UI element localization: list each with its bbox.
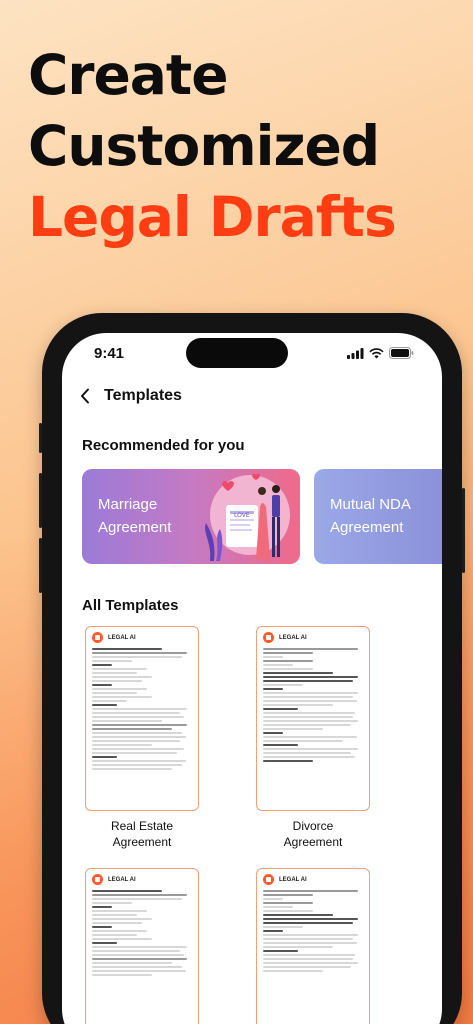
couple-illustration: LOVE: [205, 473, 290, 561]
template-card-divorce[interactable]: LEGAL AI: [256, 626, 370, 811]
template-brand: LEGAL AI: [279, 876, 307, 883]
headline-line-3: Legal Drafts: [28, 185, 397, 249]
card-label-line-1: Mutual NDA: [330, 496, 411, 513]
legal-ai-logo-icon: [263, 632, 274, 643]
document-preview: [257, 645, 369, 768]
wifi-icon: [369, 347, 384, 358]
template-card-header: LEGAL AI: [86, 627, 198, 645]
mute-switch: [39, 423, 42, 453]
app-screen: 9:41 Templates Recommended for you Marri…: [62, 333, 442, 1024]
document-preview: [86, 887, 198, 982]
volume-up-button: [39, 473, 42, 528]
all-templates-title: All Templates: [82, 597, 179, 614]
page-title: Templates: [104, 387, 182, 404]
legal-ai-logo-icon: [263, 874, 274, 885]
template-brand: LEGAL AI: [279, 634, 307, 641]
recommended-card-mutual-nda[interactable]: Mutual NDA Agreement: [314, 469, 442, 564]
template-card[interactable]: LEGAL AI: [85, 868, 199, 1024]
power-button: [462, 488, 465, 573]
template-name-line-1: Divorce: [292, 819, 334, 833]
signal-icon: [347, 347, 364, 359]
legal-ai-logo-icon: [92, 874, 103, 885]
document-preview: [257, 887, 369, 978]
template-brand: LEGAL AI: [108, 876, 136, 883]
phone-frame: 9:41 Templates Recommended for you Marri…: [39, 313, 465, 1024]
card-label-line-1: Marriage: [98, 496, 158, 513]
template-card-header: LEGAL AI: [86, 869, 198, 887]
nav-bar: Templates: [80, 387, 182, 405]
recommended-card-label: Mutual NDA Agreement: [330, 493, 411, 539]
headline-line-2: Customized: [28, 114, 380, 178]
template-card-real-estate[interactable]: LEGAL AI: [85, 626, 199, 811]
template-brand: LEGAL AI: [108, 634, 136, 641]
template-name-line-1: Real Estate: [110, 819, 174, 833]
dynamic-island: [186, 338, 288, 368]
template-card[interactable]: LEGAL AI: [256, 868, 370, 1024]
document-preview: [86, 645, 198, 776]
template-name-line-2: Agreement: [112, 835, 172, 849]
battery-icon: [389, 347, 414, 359]
card-label-line-2: Agreement: [330, 519, 404, 536]
status-icons: [347, 347, 414, 359]
template-card-header: LEGAL AI: [257, 869, 369, 887]
svg-text:LOVE: LOVE: [234, 512, 250, 519]
volume-down-button: [39, 538, 42, 593]
template-name-line-2: Agreement: [283, 835, 343, 849]
card-label-line-2: Agreement: [98, 519, 172, 536]
template-card-header: LEGAL AI: [257, 627, 369, 645]
recommended-card-label: Marriage Agreement: [98, 493, 171, 539]
template-name: Divorce Agreement: [243, 818, 383, 850]
headline-line-1: Create: [28, 43, 228, 107]
legal-ai-logo-icon: [92, 632, 103, 643]
recommended-card-marriage[interactable]: Marriage Agreement LOVE: [82, 469, 300, 564]
headline: Create Customized Legal Drafts: [28, 40, 397, 253]
status-time: 9:41: [94, 345, 125, 362]
recommended-title: Recommended for you: [82, 437, 245, 454]
template-name: Real Estate Agreement: [72, 818, 212, 850]
back-chevron-icon[interactable]: [80, 388, 90, 404]
